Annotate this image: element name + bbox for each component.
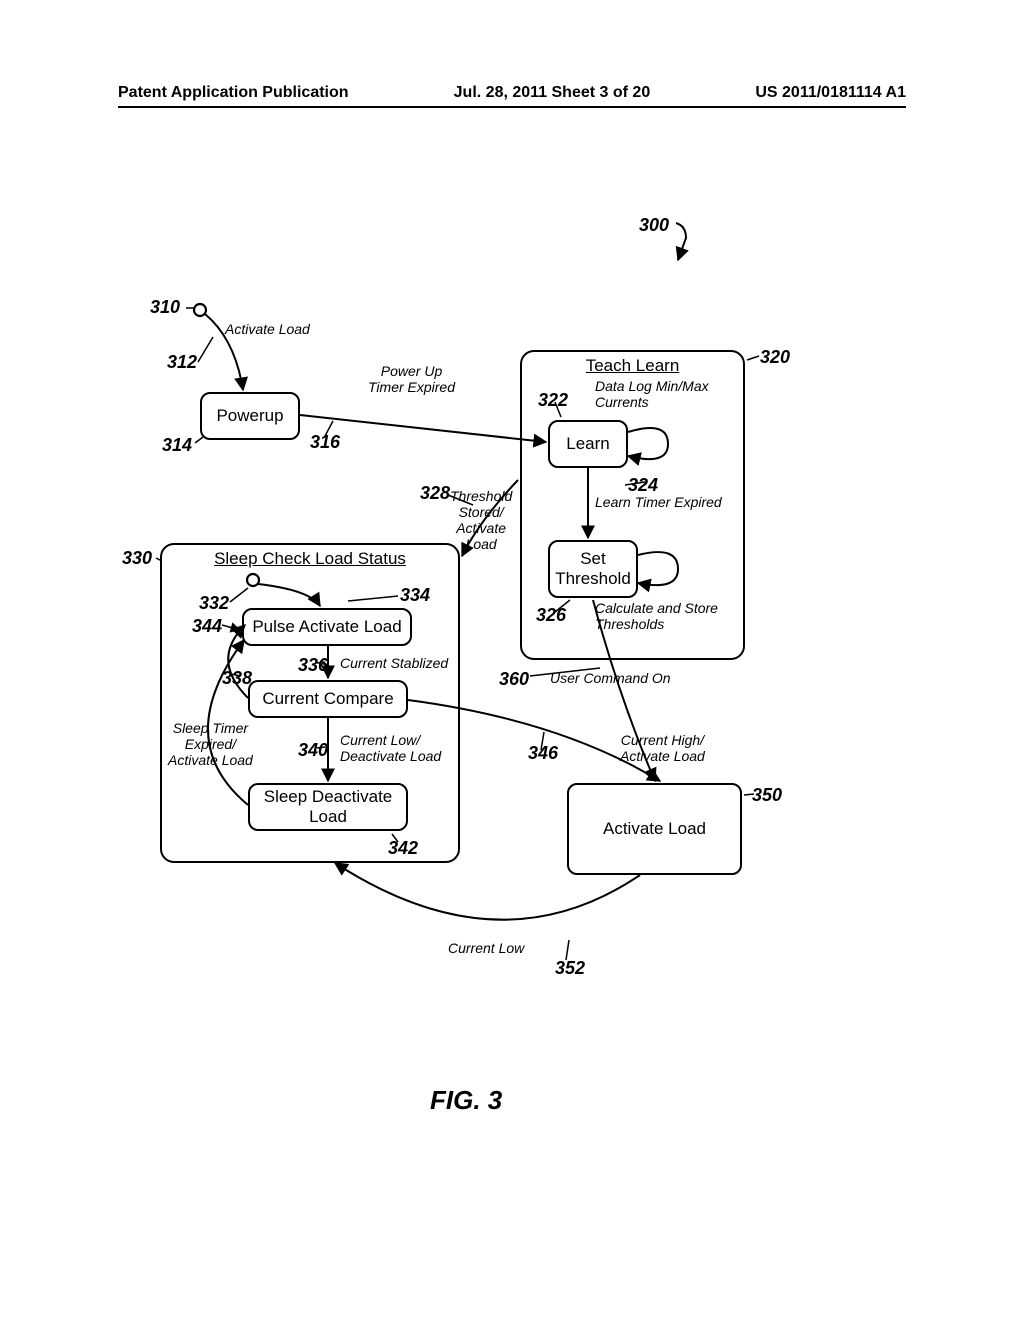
ref-342: 342 (388, 838, 418, 859)
edge-current-high: Current High/ Activate Load (620, 732, 705, 764)
state-learn-label: Learn (566, 434, 609, 454)
ref-360: 360 (499, 669, 529, 690)
state-set-threshold: Set Threshold (548, 540, 638, 598)
ref-336: 336 (298, 655, 328, 676)
ref-322: 322 (538, 390, 568, 411)
ref-314: 314 (162, 435, 192, 456)
state-sleep-deactivate-label: Sleep Deactivate Load (264, 787, 393, 827)
state-activate-load: Activate Load (567, 783, 742, 875)
state-current-compare: Current Compare (248, 680, 408, 718)
teach-learn-title: Teach Learn (522, 352, 743, 376)
diagram-svg (0, 0, 1024, 1320)
ref-300: 300 (639, 215, 669, 236)
ref-338: 338 (222, 668, 252, 689)
edge-learn-timer: Learn Timer Expired (595, 494, 722, 510)
edge-data-log: Data Log Min/Max Currents (595, 378, 709, 410)
ref-312: 312 (167, 352, 197, 373)
page-header: Patent Application Publication Jul. 28, … (118, 84, 906, 108)
ref-320: 320 (760, 347, 790, 368)
header-center: Jul. 28, 2011 Sheet 3 of 20 (454, 84, 651, 102)
state-current-compare-label: Current Compare (262, 689, 393, 709)
page: Patent Application Publication Jul. 28, … (0, 0, 1024, 1320)
ref-352: 352 (555, 958, 585, 979)
figure-caption: FIG. 3 (430, 1085, 502, 1116)
state-activate-load-label: Activate Load (603, 819, 706, 839)
header-right: US 2011/0181114 A1 (755, 84, 906, 102)
state-powerup-label: Powerup (216, 406, 283, 426)
ref-326: 326 (536, 605, 566, 626)
ref-340: 340 (298, 740, 328, 761)
edge-current-stablized: Current Stablized (340, 655, 448, 671)
ref-344: 344 (192, 616, 222, 637)
ref-330: 330 (122, 548, 152, 569)
state-pulse-activate-label: Pulse Activate Load (252, 617, 401, 637)
edge-threshold-stored: Threshold Stored/ Activate Load (450, 488, 512, 552)
ref-350: 350 (752, 785, 782, 806)
edge-calc-store: Calculate and Store Thresholds (595, 600, 718, 632)
ref-310: 310 (150, 297, 180, 318)
ref-346: 346 (528, 743, 558, 764)
sleep-check-title: Sleep Check Load Status (162, 545, 458, 569)
ref-334: 334 (400, 585, 430, 606)
edge-current-low: Current Low (448, 940, 524, 956)
state-sleep-deactivate: Sleep Deactivate Load (248, 783, 408, 831)
ref-324: 324 (628, 475, 658, 496)
edge-user-command: User Command On (550, 670, 671, 686)
state-powerup: Powerup (200, 392, 300, 440)
state-pulse-activate: Pulse Activate Load (242, 608, 412, 646)
state-set-threshold-label: Set Threshold (555, 549, 631, 589)
edge-current-low-deactivate: Current Low/ Deactivate Load (340, 732, 441, 764)
edge-activate-load: Activate Load (225, 321, 310, 337)
header-left: Patent Application Publication (118, 84, 349, 102)
edge-sleep-timer: Sleep Timer Expired/ Activate Load (168, 720, 253, 768)
state-learn: Learn (548, 420, 628, 468)
ref-316: 316 (310, 432, 340, 453)
ref-328: 328 (420, 483, 450, 504)
ref-332: 332 (199, 593, 229, 614)
edge-power-up-timer: Power Up Timer Expired (368, 363, 455, 395)
